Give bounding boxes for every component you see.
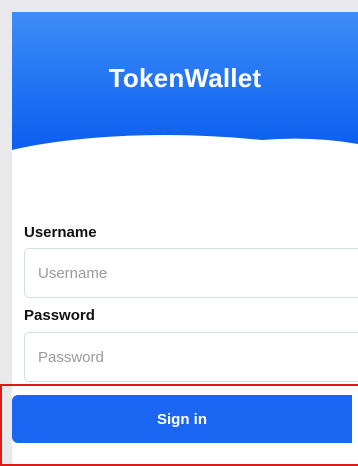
brand-title: TokenWallet [108, 62, 262, 93]
password-label: Password [24, 307, 95, 324]
sign-in-button[interactable]: Sign in [12, 395, 352, 443]
password-input[interactable] [24, 332, 358, 382]
username-label: Username [24, 224, 97, 241]
username-input[interactable] [24, 248, 358, 298]
brand-header: TokenWallet [12, 12, 358, 172]
